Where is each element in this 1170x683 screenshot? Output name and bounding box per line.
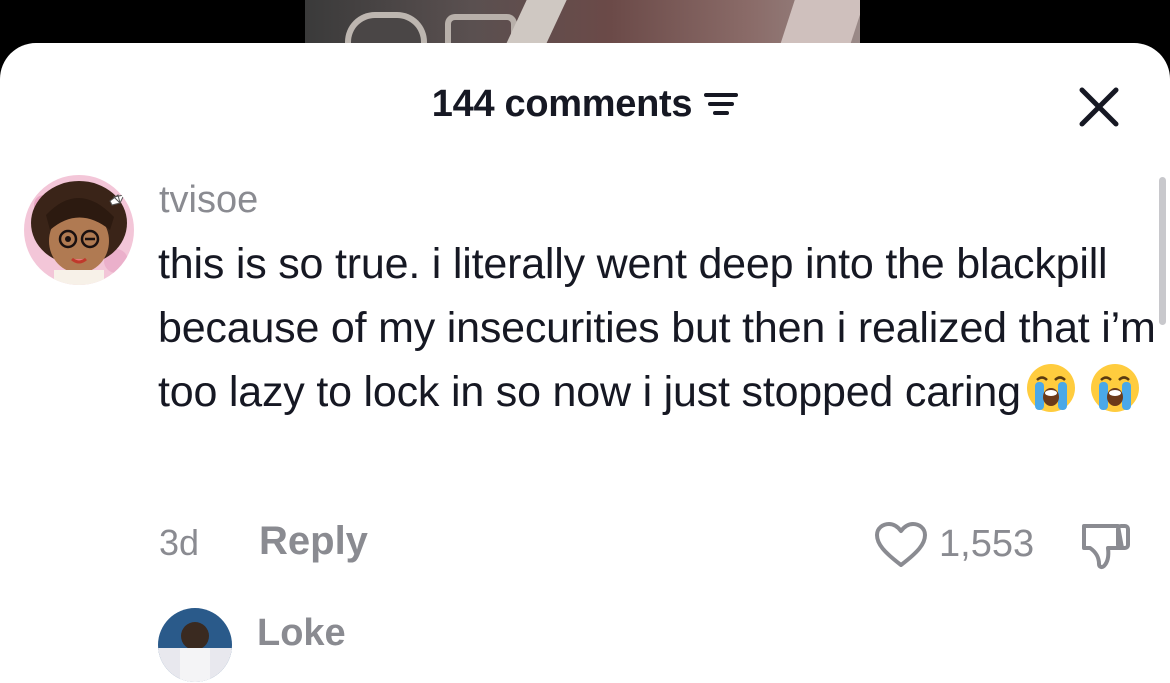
like-count: 1,553 (939, 523, 1035, 565)
comment-timestamp: 3d (159, 522, 200, 563)
close-icon[interactable] (1074, 82, 1124, 132)
heart-outline-icon[interactable] (874, 521, 928, 569)
avatar[interactable] (158, 608, 232, 682)
scrollbar[interactable] (1159, 177, 1166, 325)
comment-username[interactable]: Loke (257, 612, 346, 655)
comment-text: this is so true. i literally went deep i… (158, 232, 1158, 432)
sort-icon[interactable] (704, 91, 739, 117)
comment-count-title: 144 comments (431, 82, 693, 125)
comment-body: this is so true. i literally went deep i… (158, 240, 1156, 416)
reply-button[interactable]: Reply (259, 519, 368, 564)
loudly-crying-face-icon (1089, 362, 1141, 432)
comments-header: 144 comments (0, 82, 1170, 125)
avatar[interactable] (24, 175, 134, 285)
loudly-crying-face-icon (1025, 362, 1077, 432)
thumbs-down-icon[interactable] (1078, 518, 1134, 574)
comment-username[interactable]: tvisoe (159, 179, 258, 222)
